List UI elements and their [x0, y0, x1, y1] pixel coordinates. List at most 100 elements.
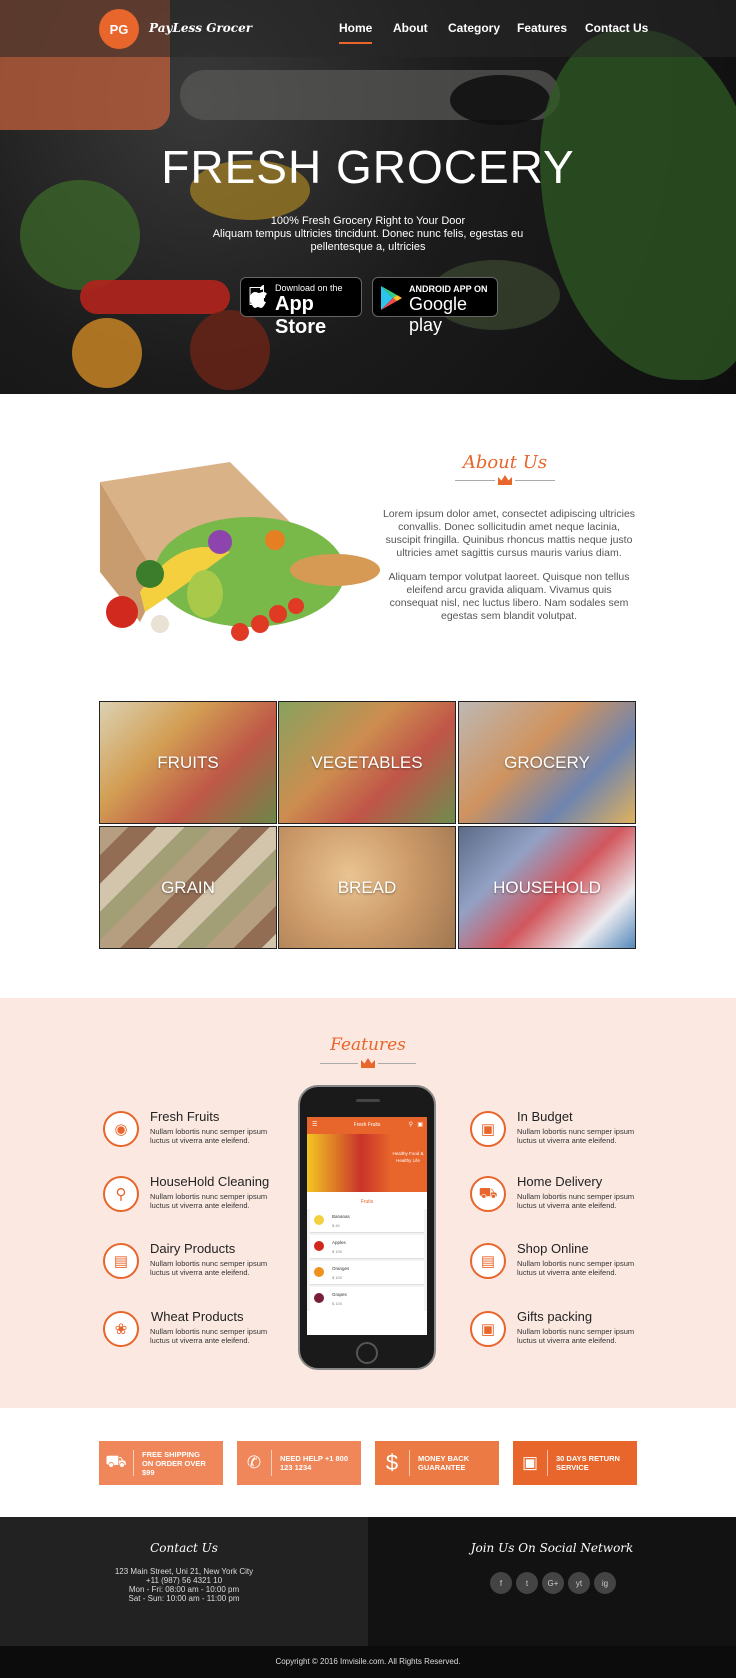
list-item-name: Grapes [332, 1292, 347, 1297]
orange-icon [314, 1267, 324, 1277]
list-item[interactable]: Apples $ 100 [310, 1235, 424, 1259]
feature-title: Gifts packing [517, 1309, 593, 1324]
crown-icon [361, 1058, 375, 1068]
hero-text: Aliquam tempus ultricies tincidunt. Done… [212, 228, 524, 253]
app-banner: Healthy Food & Healthy Life [307, 1134, 427, 1192]
list-item[interactable]: Bananas $ 40 [310, 1209, 424, 1233]
hero-decor-tomato-2 [190, 310, 270, 390]
hero-section: PG PayLess Grocer Home About Category Fe… [0, 0, 736, 394]
category-label: FRUITS [157, 752, 219, 772]
feature-desc: Nullam lobortis nunc semper ipsum luctus… [517, 1327, 635, 1345]
crown-icon [498, 475, 512, 485]
contact-hours-weekday: Mon - Fri: 08:00 am - 10:00 pm [128, 1585, 240, 1594]
promo-text: FREE SHIPPING ON ORDER OVER $99 [142, 1449, 206, 1477]
nav-contact[interactable]: Contact Us [585, 21, 648, 35]
briefcase-icon: ▣ [521, 1453, 539, 1472]
brand-name[interactable]: PayLess Grocer [149, 21, 252, 35]
list-item-price: $ 100 [332, 1301, 343, 1306]
apple-fruit-icon [314, 1241, 324, 1251]
hero-decor-leaves [540, 30, 736, 380]
phone-screen: ☰ Fresh Fruits ⚲ ▣ Healthy Food & Health… [307, 1117, 427, 1335]
truck-icon: ⛟ [470, 1176, 506, 1212]
list-item-name: Apples [332, 1240, 346, 1245]
google-play-icon [381, 286, 402, 310]
social-heading: Join Us On Social Network [470, 1541, 634, 1555]
category-bread[interactable]: BREAD [278, 826, 456, 949]
search-icon: ⚲ [408, 1122, 413, 1128]
footer-contact: Contact Us 123 Main Street, Uni 21, New … [0, 1517, 368, 1646]
phone-speaker [356, 1099, 380, 1102]
feature-title: Home Delivery [517, 1174, 603, 1189]
hero-decor-basil [20, 180, 140, 290]
spray-bottle-icon: ⚲ [103, 1176, 139, 1212]
nav-features[interactable]: Features [517, 21, 567, 35]
promo-free-shipping[interactable]: ⛟ FREE SHIPPING ON ORDER OVER $99 [99, 1441, 223, 1485]
category-label: BREAD [337, 877, 397, 897]
features-ornament [320, 1058, 416, 1070]
phone-mockup: ☰ Fresh Fruits ⚲ ▣ Healthy Food & Health… [298, 1085, 436, 1370]
feature-title: Wheat Products [151, 1309, 244, 1324]
feature-desc: Nullam lobortis nunc semper ipsum luctus… [517, 1192, 635, 1210]
about-paragraph-2: Aliquam tempor volutpat laoreet. Quisque… [388, 571, 630, 622]
instagram-icon[interactable]: ig [594, 1572, 616, 1594]
banana-icon [314, 1215, 324, 1225]
app-header-title: Fresh Fruits [353, 1122, 381, 1128]
promo-need-help[interactable]: ✆ NEED HELP +1 800 123 1234 [237, 1441, 361, 1485]
category-household[interactable]: HOUSEHOLD [458, 826, 636, 949]
apple-logo-icon [250, 285, 267, 308]
google-play-big: Google play [409, 294, 468, 335]
basket-icon: ▤ [470, 1243, 506, 1279]
list-item[interactable]: Oranges $ 100 [310, 1261, 424, 1285]
google-play-button[interactable]: ANDROID APP ON Google play [372, 277, 498, 335]
features-heading: Features [330, 1035, 406, 1055]
menu-icon: ☰ [312, 1122, 318, 1128]
contact-hours-weekend: Sat - Sun: 10:00 am - 11:00 pm [128, 1594, 240, 1603]
category-label: VEGETABLES [311, 752, 423, 772]
contact-address: 123 Main Street, Uni 21, New York City [114, 1567, 254, 1576]
youtube-icon[interactable]: yt [568, 1572, 590, 1594]
category-label: GROCERY [504, 752, 590, 772]
hero-decor-tomato [72, 318, 142, 388]
dollar-icon: $ [385, 1450, 399, 1475]
feature-title: HouseHold Cleaning [150, 1174, 270, 1189]
grocery-bag-image [100, 462, 380, 641]
nav-about[interactable]: About [393, 21, 428, 35]
nav-category[interactable]: Category [448, 21, 500, 35]
category-grain[interactable]: GRAIN [99, 826, 277, 949]
about-paragraph-1: Lorem ipsum dolor amet, consectet adipis… [382, 508, 636, 559]
promo-text: 30 DAYS RETURN SERVICE [556, 1454, 620, 1472]
app-store-big: App Store [275, 293, 327, 338]
hero-title: FRESH GROCERY [161, 141, 575, 193]
wallet-icon: ▣ [470, 1111, 506, 1147]
category-fruits[interactable]: FRUITS [99, 701, 277, 824]
list-item-price: $ 40 [332, 1223, 340, 1228]
category-grocery[interactable]: GROCERY [458, 701, 636, 824]
promo-return[interactable]: ▣ 30 DAYS RETURN SERVICE [513, 1441, 637, 1485]
gift-icon: ▣ [470, 1311, 506, 1347]
facebook-icon[interactable]: f [490, 1572, 512, 1594]
app-header: ☰ Fresh Fruits ⚲ ▣ [307, 1117, 427, 1134]
copyright: Copyright © 2016 Imvisile.com. All Right… [0, 1646, 736, 1678]
nav-home[interactable]: Home [339, 21, 373, 44]
feature-desc: Nullam lobortis nunc semper ipsum luctus… [150, 1259, 268, 1277]
about-heading: About Us [462, 452, 548, 473]
category-label: HOUSEHOLD [493, 877, 601, 897]
phone-home-button [356, 1342, 378, 1364]
app-store-button[interactable]:  Download on the App Store [240, 277, 362, 338]
feature-title: In Budget [517, 1109, 573, 1124]
category-vegetables[interactable]: VEGETABLES [278, 701, 456, 824]
hero-decor-chili [80, 280, 230, 314]
google-play-small: ANDROID APP ON [409, 284, 488, 294]
phone-icon: ✆ [246, 1453, 262, 1472]
google-plus-icon[interactable]: G+ [542, 1572, 564, 1594]
app-section-title: Fruits [360, 1199, 374, 1205]
list-item-name: Bananas [332, 1214, 350, 1219]
promo-money-back[interactable]: $ MONEY BACK GUARANTEE [375, 1441, 499, 1485]
feature-desc: Nullam lobortis nunc semper ipsum luctus… [150, 1192, 268, 1210]
contact-phone: +11 (987) 56 4321 10 [145, 1576, 223, 1585]
logo-basket-icon[interactable]: PG [99, 9, 139, 49]
twitter-icon[interactable]: t [516, 1572, 538, 1594]
feature-desc: Nullam lobortis nunc semper ipsum luctus… [150, 1127, 268, 1145]
list-item-price: $ 100 [332, 1275, 343, 1280]
list-item[interactable]: Grapes $ 100 [310, 1287, 424, 1311]
